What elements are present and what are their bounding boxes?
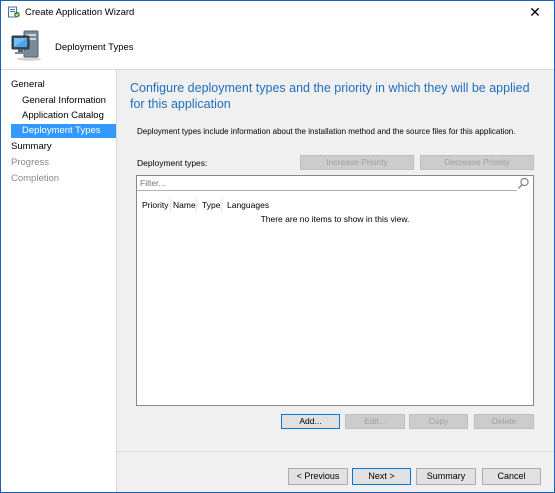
column-type[interactable]: Type xyxy=(197,198,221,212)
edit-button[interactable]: Edit... xyxy=(345,414,405,429)
column-languages[interactable]: Languages xyxy=(222,198,282,212)
app-icon xyxy=(8,6,20,18)
close-button[interactable]: ✕ xyxy=(516,1,554,23)
wizard-steps-sidebar: General General Information Application … xyxy=(1,70,117,492)
cancel-button[interactable]: Cancel xyxy=(482,468,541,485)
search-icon[interactable] xyxy=(517,177,530,190)
sidebar-item-progress: Progress xyxy=(11,157,50,168)
delete-button[interactable]: Delete xyxy=(474,414,534,429)
title-bar: Create Application Wizard ✕ xyxy=(1,1,554,23)
computer-monitor-icon xyxy=(11,30,41,61)
sidebar-item-general[interactable]: General xyxy=(11,78,45,92)
sidebar-item-completion: Completion xyxy=(11,173,60,184)
wizard-header: Deployment Types xyxy=(1,23,554,70)
deployment-types-label: Deployment types: xyxy=(137,158,208,168)
previous-button[interactable]: < Previous xyxy=(288,468,348,485)
page-heading: Configure deployment types and the prior… xyxy=(130,81,530,111)
filter-input[interactable] xyxy=(137,176,517,191)
sidebar-item-application-catalog[interactable]: Application Catalog xyxy=(22,109,104,123)
increase-priority-button[interactable]: Increase Priority xyxy=(300,155,414,170)
sidebar-item-general-information[interactable]: General Information xyxy=(22,94,106,108)
close-icon: ✕ xyxy=(529,3,541,20)
column-name[interactable]: Name xyxy=(168,198,196,212)
column-priority[interactable]: Priority xyxy=(137,198,170,212)
wizard-footer: < Previous Next > Summary Cancel xyxy=(117,451,554,492)
empty-list-message: There are no items to show in this view. xyxy=(260,214,410,224)
deployment-types-list[interactable]: Priority Name Type Languages There are n… xyxy=(136,175,534,406)
copy-button[interactable]: Copy xyxy=(409,414,468,429)
main-panel: Configure deployment types and the prior… xyxy=(117,70,554,451)
wizard-window: Create Application Wizard ✕ Deployment T… xyxy=(0,0,555,493)
sidebar-item-summary[interactable]: Summary xyxy=(11,140,52,154)
description-text: Deployment types include information abo… xyxy=(137,127,516,136)
decrease-priority-button[interactable]: Decrease Priority xyxy=(420,155,534,170)
next-button[interactable]: Next > xyxy=(352,468,411,485)
add-button[interactable]: Add... xyxy=(281,414,340,429)
summary-button[interactable]: Summary xyxy=(416,468,476,485)
sidebar-item-deployment-types[interactable]: Deployment Types xyxy=(11,124,116,138)
window-title: Create Application Wizard xyxy=(25,7,135,18)
header-title: Deployment Types xyxy=(55,42,134,53)
